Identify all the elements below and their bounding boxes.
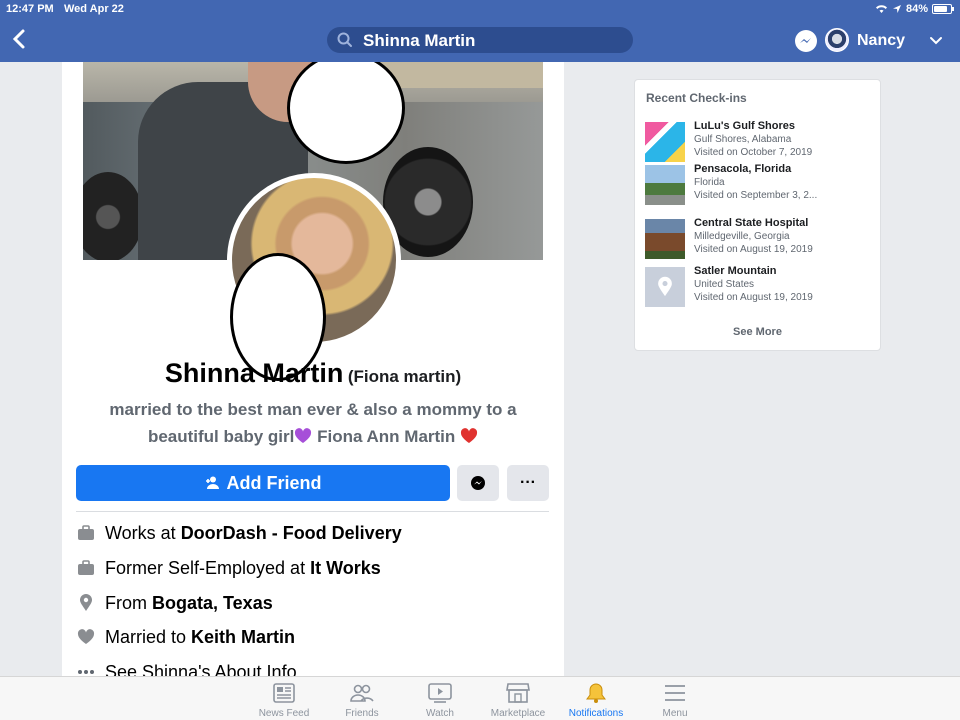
add-friend-label: Add Friend: [226, 472, 322, 493]
tab-label: Notifications: [568, 708, 624, 719]
bio-line-2: beautiful baby girl: [147, 427, 295, 446]
info-prefix: Former Self-Employed at: [105, 557, 306, 578]
checkin-item[interactable]: Satler Mountain United States Visited on…: [645, 265, 875, 309]
purple-heart-icon: [295, 428, 312, 443]
checkin-date: Visited on October 7, 2019: [694, 147, 813, 158]
see-about-link[interactable]: See Shinna's About Info: [105, 662, 297, 677]
tab-label: Menu: [662, 708, 688, 719]
messenger-icon: [471, 476, 485, 490]
info-former-employer[interactable]: It Works: [310, 558, 381, 579]
checkin-thumbnail: [645, 219, 685, 259]
tab-notifications[interactable]: Notifications: [557, 681, 635, 719]
tab-news-feed[interactable]: News Feed: [245, 681, 323, 719]
avatar[interactable]: [825, 28, 849, 52]
status-indicators: 84%: [875, 3, 954, 15]
heart-icon: [76, 629, 96, 645]
briefcase-icon: [76, 560, 96, 576]
info-prefix: From: [105, 592, 147, 613]
tab-label: Watch: [426, 708, 454, 719]
more-dots-icon: [76, 669, 96, 675]
search-input[interactable]: Shinna Martin: [363, 31, 475, 51]
battery-icon: [932, 4, 954, 14]
profile-name-line: Shinna Martin (Fiona martin): [62, 358, 564, 389]
checkin-name: Pensacola, Florida: [694, 163, 792, 175]
tab-label: Marketplace: [490, 708, 546, 719]
checkin-date: Visited on August 19, 2019: [694, 292, 813, 303]
tab-label: Friends: [345, 708, 379, 719]
chevron-left-icon: [12, 29, 25, 49]
status-date: Wed Apr 22: [64, 3, 124, 15]
checkin-name: LuLu's Gulf Shores: [694, 120, 796, 132]
checkin-thumbnail: [645, 267, 685, 307]
user-name[interactable]: Nancy: [857, 32, 905, 50]
account-dropdown[interactable]: [928, 32, 944, 48]
see-more-link[interactable]: See More: [635, 326, 880, 338]
recent-checkins-card: Recent Check-ins LuLu's Gulf Shores Gulf…: [634, 79, 881, 351]
marketplace-icon: [506, 683, 530, 703]
bottom-tab-bar: News Feed Friends Watch Marketplace Noti…: [0, 676, 960, 720]
messenger-icon: [800, 38, 811, 43]
battery-percent: 84%: [905, 3, 928, 15]
wifi-icon: [875, 5, 887, 13]
search-bar[interactable]: Shinna Martin: [327, 27, 633, 53]
checkin-location: Milledgeville, Georgia: [694, 231, 790, 242]
info-spouse[interactable]: Keith Martin: [191, 627, 295, 648]
more-dots-icon: ···: [520, 474, 536, 491]
watch-icon: [428, 683, 452, 703]
friends-icon: [350, 684, 374, 702]
checkin-item[interactable]: LuLu's Gulf Shores Gulf Shores, Alabama …: [645, 120, 875, 164]
info-row-relationship[interactable]: Married to Keith Martin: [76, 625, 295, 649]
search-icon: [337, 32, 352, 47]
checkins-title: Recent Check-ins: [646, 91, 747, 105]
briefcase-icon: [76, 525, 96, 541]
info-hometown[interactable]: Bogata, Texas: [152, 593, 273, 614]
checkin-item[interactable]: Pensacola, Florida Florida Visited on Se…: [645, 163, 875, 207]
checkin-thumbnail: [645, 165, 685, 205]
location-pin-icon: [76, 594, 96, 612]
checkin-thumbnail: [645, 122, 685, 162]
checkin-location: Gulf Shores, Alabama: [694, 134, 792, 145]
tab-watch[interactable]: Watch: [401, 681, 479, 719]
tab-marketplace[interactable]: Marketplace: [479, 681, 557, 719]
checkin-name: Satler Mountain: [694, 265, 777, 277]
tab-menu[interactable]: Menu: [636, 681, 714, 719]
bio-line-1: married to the best man ever & also a mo…: [109, 400, 517, 419]
checkin-name: Central State Hospital: [694, 217, 809, 229]
location-pin-icon: [658, 276, 672, 297]
messenger-button[interactable]: [795, 30, 817, 52]
info-prefix: Married to: [105, 626, 187, 647]
tab-label: News Feed: [258, 708, 310, 719]
status-time: 12:47 PM: [6, 3, 54, 15]
add-person-icon: [205, 476, 219, 489]
info-row-hometown[interactable]: From Bogata, Texas: [76, 591, 273, 615]
location-arrow-icon: [892, 5, 901, 13]
checkin-location: Florida: [694, 177, 725, 188]
checkin-item[interactable]: Central State Hospital Milledgeville, Ge…: [645, 217, 875, 261]
checkin-date: Visited on August 19, 2019: [694, 244, 813, 255]
info-row-former-work[interactable]: Former Self-Employed at It Works: [76, 556, 381, 580]
add-friend-button[interactable]: Add Friend: [76, 465, 450, 501]
checkin-location: United States: [694, 279, 755, 290]
red-heart-icon: [460, 428, 478, 443]
info-employer[interactable]: DoorDash - Food Delivery: [181, 523, 402, 544]
tab-friends[interactable]: Friends: [323, 681, 401, 719]
info-prefix: Works at: [105, 522, 176, 543]
profile-bio: married to the best man ever & also a mo…: [82, 396, 544, 450]
profile-column: Shinna Martin (Fiona martin) married to …: [62, 62, 564, 676]
bio-child-name: Fiona Ann Martin: [317, 427, 456, 446]
top-navigation-bar: 12:47 PM Wed Apr 22 84% Shinna Martin Na…: [0, 0, 960, 62]
profile-name: Shinna Martin: [164, 358, 344, 388]
alternate-name: (Fiona martin): [347, 367, 462, 386]
info-row-about[interactable]: See Shinna's About Info: [76, 660, 297, 676]
more-options-button[interactable]: ···: [507, 465, 549, 501]
bell-icon: [586, 683, 606, 703]
chevron-down-icon: [930, 37, 942, 45]
message-button[interactable]: [457, 465, 499, 501]
checkin-date: Visited on September 3, 2...: [694, 190, 818, 201]
news-feed-icon: [273, 683, 295, 703]
info-row-work[interactable]: Works at DoorDash - Food Delivery: [76, 521, 402, 545]
divider: [76, 511, 549, 512]
back-button[interactable]: [10, 28, 32, 52]
menu-icon: [665, 685, 685, 701]
